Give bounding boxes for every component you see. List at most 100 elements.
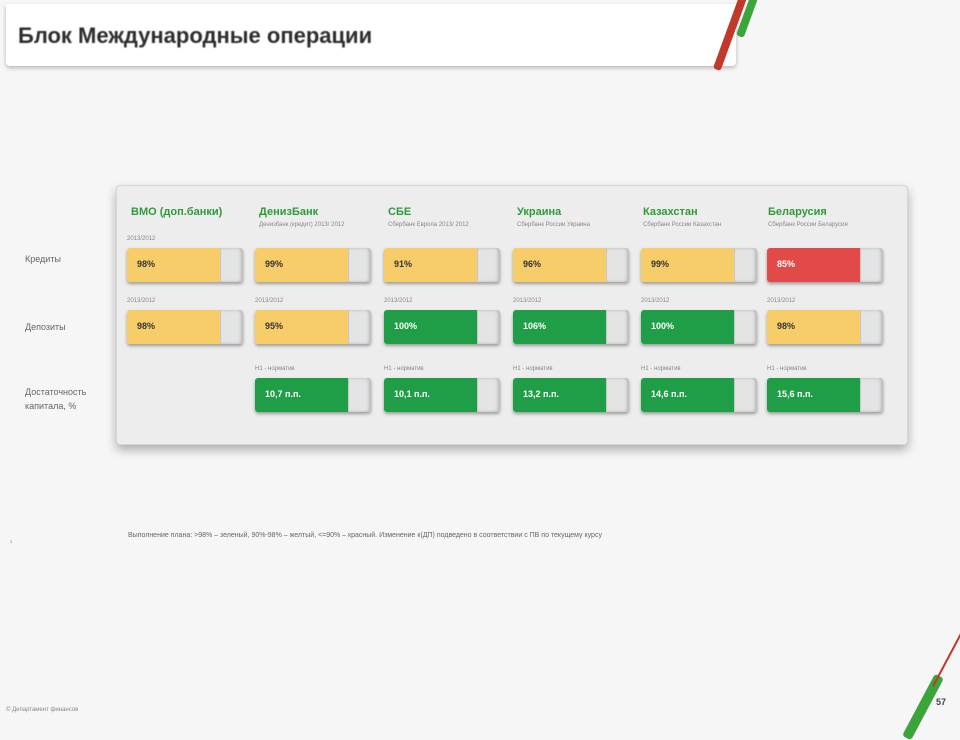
cell-note [255,236,373,244]
cell-capital-denizbank: Н1 - норматив 10,7 п.п. [255,366,373,412]
title-bar: Блок Международные операции [6,4,736,66]
column-header-vmo: ВМО (доп.банки) [131,206,251,221]
kpi-bar: 10,7 п.п. [255,378,371,412]
bar-value: 96% [523,259,542,269]
bar-value: 14,6 п.п. [651,389,687,399]
kpi-bar: 100% [384,310,500,344]
cell-note: Н1 - норматив [767,366,807,372]
bar-value: 98% [137,259,156,269]
cell-deposits-kazakhstan: 2013/2012 100% [641,298,759,344]
column-subtitle: Сбербанк России Украина [517,222,590,228]
cell-deposits-denizbank: 2013/2012 95% [255,298,373,344]
cell-note [384,236,502,244]
cell-deposits-belarus: 2013/2012 98% [767,298,885,344]
bar-cap [606,310,629,344]
kpi-bar: 10,1 п.п. [384,378,500,412]
cell-note: 2013/2012 [255,298,284,304]
bar-cap [477,378,500,412]
bar-value: 98% [137,321,156,331]
column-header-belarus: Беларусия Сбербанк России Беларусия [768,206,888,229]
bar-cap [348,378,371,412]
bar-value: 13,2 п.п. [523,389,559,399]
cell-note: 2013/2012 [127,236,156,242]
row-label-capital: Достаточность капитала, % [25,387,87,411]
kpi-bar: 98% [127,310,243,344]
cell-note: 2013/2012 [513,298,542,304]
copyright: © Департамент финансов [6,707,79,713]
column-header-ukraine: Украина Сбербанк России Украина [517,206,637,229]
row-label-deposits: Депозиты [25,322,66,332]
kpi-bar: 99% [641,248,757,282]
kpi-bar: 15,6 п.п. [767,378,883,412]
cell-note: Н1 - норматив [513,366,553,372]
column-title: СБЕ [388,206,412,218]
cell-note: 2013/2012 [767,298,796,304]
cell-credits-belarus: 85% [767,236,885,282]
decor-stripe-red-bottom [932,633,960,687]
bar-cap [348,248,371,282]
bar-cap [348,310,371,344]
cell-credits-kazakhstan: 99% [641,236,759,282]
row-label-credits: Кредиты [25,254,61,264]
column-header-sbe: СБЕ Сбербанк Европа 2013/ 2012 [388,206,508,229]
bar-cap [860,310,883,344]
column-header-kazakhstan: Казахстан Сбербанк России Казахстан [643,206,763,229]
column-title: Казахстан [643,206,698,218]
kpi-bar: 95% [255,310,371,344]
bar-cap [734,310,757,344]
page-title: Блок Международные операции [18,23,373,48]
cell-credits-denizbank: 99% [255,236,373,282]
footnote-marker: ¹ [10,540,13,547]
bar-value: 99% [265,259,284,269]
bar-value: 99% [651,259,670,269]
cell-note: Н1 - норматив [641,366,681,372]
cell-deposits-vmo: 2013/2012 98% [127,298,245,344]
kpi-panel: ВМО (доп.банки) ДенизБанк Денизбанк (кре… [116,185,908,445]
kpi-bar: 85% [767,248,883,282]
column-title: ДенизБанк [259,206,319,218]
bar-value: 10,7 п.п. [265,389,301,399]
column-subtitle: Сбербанк России Казахстан [643,222,722,228]
bar-value: 106% [523,321,547,331]
column-title: Украина [517,206,562,218]
bar-value: 85% [777,259,796,269]
cell-note [767,236,885,244]
column-title: Беларусия [768,206,827,218]
bar-cap [734,248,757,282]
kpi-bar: 98% [127,248,243,282]
bar-value: 15,6 п.п. [777,389,813,399]
kpi-bar: 96% [513,248,629,282]
bar-cap [860,248,883,282]
kpi-bar: 100% [641,310,757,344]
bar-cap [860,378,883,412]
cell-credits-ukraine: 96% [513,236,631,282]
kpi-bar: 14,6 п.п. [641,378,757,412]
cell-note: Н1 - норматив [255,366,295,372]
bar-cap [220,310,243,344]
cell-deposits-sbe: 2013/2012 100% [384,298,502,344]
bar-cap [477,310,500,344]
bar-value: 100% [651,321,675,331]
cell-capital-belarus: Н1 - норматив 15,6 п.п. [767,366,885,412]
bar-cap [606,378,629,412]
cell-note [641,236,759,244]
cell-note [513,236,631,244]
bar-value: 100% [394,321,418,331]
page-number: 57 [936,697,947,707]
cell-credits-sbe: 91% [384,236,502,282]
column-subtitle: Сбербанк Европа 2013/ 2012 [388,222,469,228]
column-header-denizbank: ДенизБанк Денизбанк (кредит) 2013/ 2012 [259,206,379,229]
cell-capital-ukraine: Н1 - норматив 13,2 п.п. [513,366,631,412]
bar-cap [220,248,243,282]
bar-value: 98% [777,321,796,331]
bar-cap [477,248,500,282]
kpi-bar: 91% [384,248,500,282]
kpi-bar: 106% [513,310,629,344]
cell-note: 2013/2012 [641,298,670,304]
kpi-bar: 98% [767,310,883,344]
bar-cap [734,378,757,412]
cell-capital-sbe: Н1 - норматив 10,1 п.п. [384,366,502,412]
cell-capital-kazakhstan: Н1 - норматив 14,6 п.п. [641,366,759,412]
footnote: Выполнение плана: >98% – зеленый, 90%-98… [128,532,602,539]
column-subtitle: Сбербанк России Беларусия [768,222,848,228]
